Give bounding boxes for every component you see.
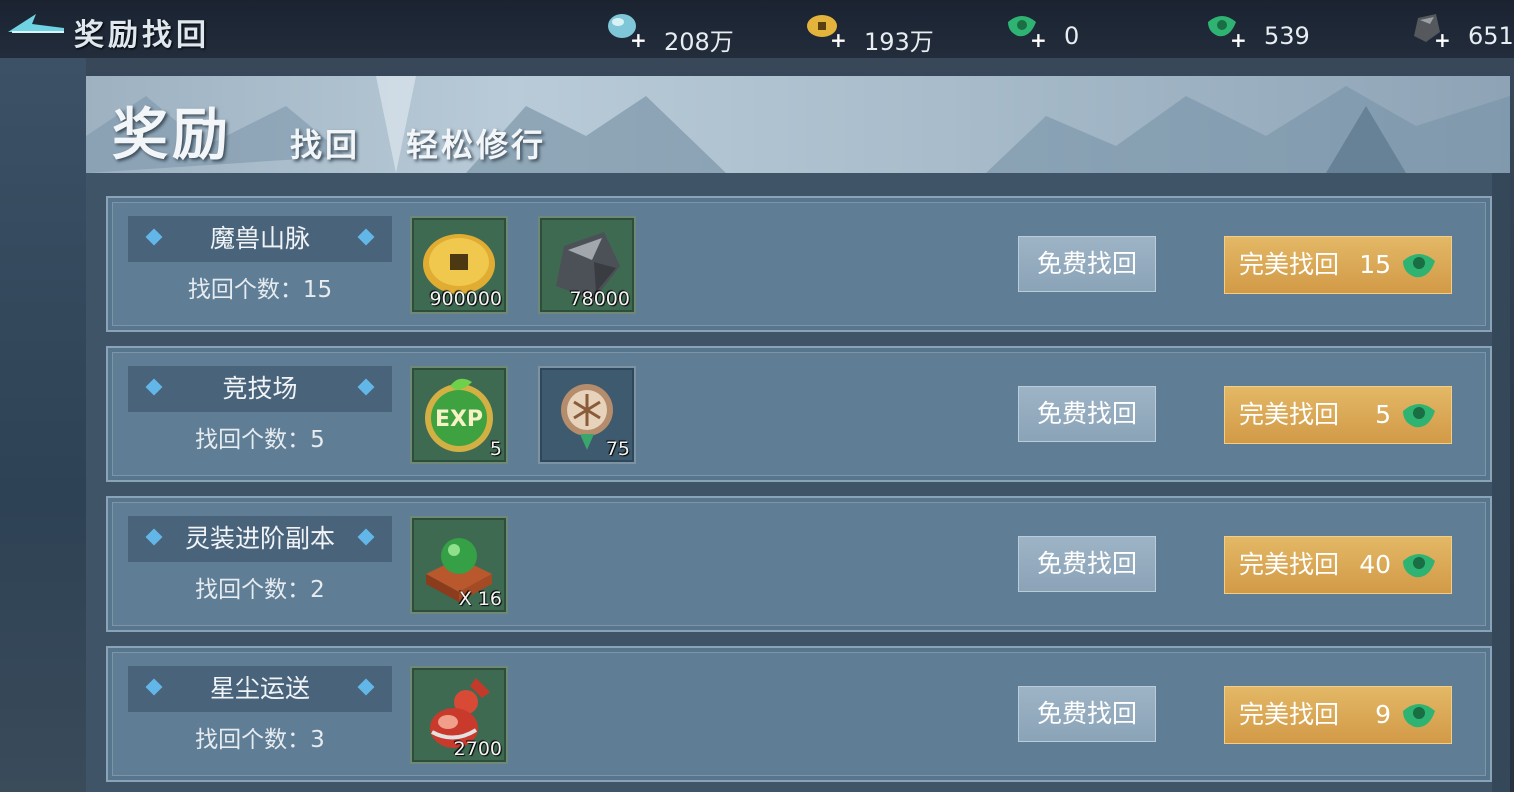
banner: 奖励 找回 轻松修行	[86, 76, 1510, 173]
add-icon: +	[830, 28, 847, 52]
back-arrow-icon[interactable]	[6, 10, 66, 40]
item-quantity: 75	[605, 438, 630, 460]
add-icon: +	[630, 28, 647, 52]
item-quantity: 5	[489, 438, 502, 460]
retrieve-count: 找回个数：3	[195, 727, 325, 753]
activity-name: 竞技场	[222, 374, 298, 403]
perfect-retrieve-label: 完美找回	[1239, 250, 1340, 279]
activity-name: 灵装进阶副本	[184, 524, 335, 553]
item-quantity: X 16	[458, 588, 502, 610]
row-header: 魔兽山脉	[128, 216, 392, 262]
activity-name: 魔兽山脉	[209, 224, 310, 253]
banner-slogan: 轻松修行	[406, 126, 547, 164]
reward-row: 竞技场 找回个数：5 EXP 5 75 免费找回 完美找回 5	[106, 346, 1492, 482]
perfect-retrieve-button[interactable]: 完美找回 9	[1224, 686, 1452, 744]
green-jade-icon	[1403, 254, 1435, 278]
perfect-retrieve-button[interactable]: 完美找回 40	[1224, 536, 1452, 594]
perfect-retrieve-label: 完美找回	[1239, 550, 1340, 579]
green-jade-icon	[1403, 404, 1435, 428]
free-retrieve-button[interactable]: 免费找回	[1018, 686, 1156, 742]
reward-item[interactable]: 2700	[410, 666, 508, 764]
perfect-retrieve-cost: 40	[1359, 550, 1391, 579]
banner-title: 奖励	[112, 102, 232, 168]
reward-item[interactable]: EXP 5	[410, 366, 508, 464]
green-jade-icon	[1403, 554, 1435, 578]
green-jade-icon	[1403, 704, 1435, 728]
row-header: 星尘运送	[128, 666, 392, 712]
panel-edge	[1492, 173, 1510, 792]
background-scenery	[0, 58, 86, 792]
perfect-retrieve-label: 完美找回	[1239, 700, 1340, 729]
item-quantity: 78000	[569, 288, 630, 310]
svg-text:EXP: EXP	[435, 407, 483, 432]
perfect-retrieve-cost: 5	[1375, 400, 1391, 429]
free-retrieve-button[interactable]: 免费找回	[1018, 236, 1156, 292]
activity-name: 星尘运送	[209, 674, 310, 703]
free-retrieve-button[interactable]: 免费找回	[1018, 536, 1156, 592]
perfect-retrieve-button[interactable]: 完美找回 15	[1224, 236, 1452, 294]
perfect-retrieve-cost: 9	[1375, 700, 1391, 729]
banner-subtitle: 找回	[290, 126, 361, 164]
retrieve-count: 找回个数：15	[187, 277, 333, 303]
reward-row: 灵装进阶副本 找回个数：2 X 16 免费找回 完美找回 40	[106, 496, 1492, 632]
perfect-retrieve-button[interactable]: 完美找回 5	[1224, 386, 1452, 444]
retrieve-count: 找回个数：5	[195, 427, 325, 453]
top-bar: 奖励找回 + 208万 + 193万 + 0 + 539 + 651	[0, 0, 1514, 58]
perfect-retrieve-label: 完美找回	[1239, 400, 1340, 429]
currency-value: 539	[1264, 22, 1310, 50]
add-icon: +	[1230, 28, 1247, 52]
item-quantity: 900000	[429, 288, 502, 310]
add-icon: +	[1030, 28, 1047, 52]
perfect-retrieve-cost: 15	[1359, 250, 1391, 279]
row-header: 竞技场	[128, 366, 392, 412]
reward-item[interactable]: X 16	[410, 516, 508, 614]
reward-item[interactable]: 900000	[410, 216, 508, 314]
retrieve-count: 找回个数：2	[195, 577, 325, 603]
free-retrieve-button[interactable]: 免费找回	[1018, 386, 1156, 442]
reward-item[interactable]: 78000	[538, 216, 636, 314]
page-title: 奖励找回	[74, 18, 210, 53]
currency-value: 208万	[664, 28, 734, 56]
row-header: 灵装进阶副本	[128, 516, 392, 562]
currency-value: 0	[1064, 22, 1080, 50]
currency-value: 193万	[864, 28, 934, 56]
reward-item[interactable]: 75	[538, 366, 636, 464]
reward-row: 魔兽山脉 找回个数：15 900000 78000 免费找回 完美找回 15	[106, 196, 1492, 332]
currency-value: 651	[1468, 22, 1514, 50]
reward-row: 星尘运送 找回个数：3 2700 免费找回 完美找回 9	[106, 646, 1492, 782]
item-quantity: 2700	[453, 738, 502, 760]
add-icon: +	[1434, 28, 1451, 52]
